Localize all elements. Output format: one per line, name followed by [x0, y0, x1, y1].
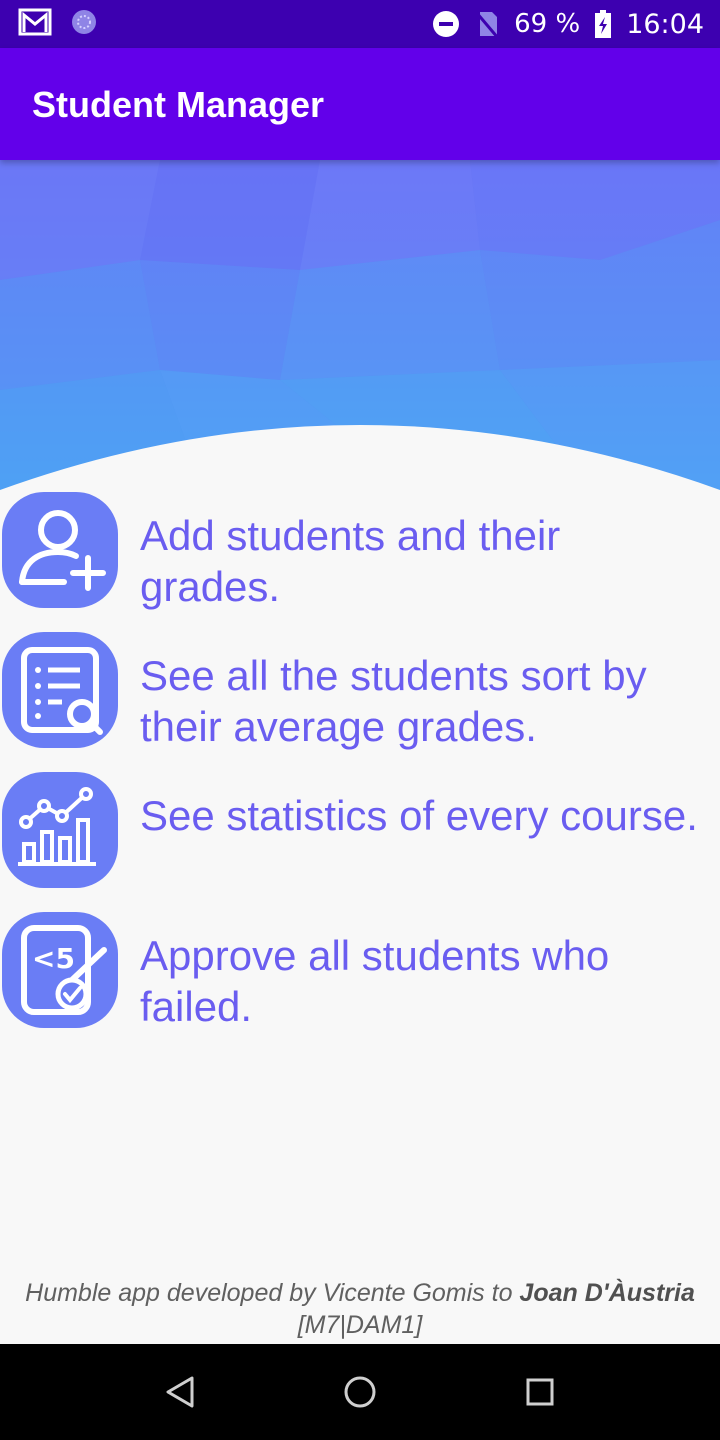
battery-percent: 69 %	[514, 9, 581, 39]
header-banner	[0, 160, 720, 500]
feature-text: See all the students sort by their avera…	[140, 652, 647, 750]
gmail-icon	[18, 8, 52, 36]
clock: 16:04	[626, 8, 704, 40]
app-title: Student Manager	[32, 84, 325, 125]
app-bar: Student Manager	[0, 48, 720, 160]
feature-text: See statistics of every course.	[140, 792, 698, 839]
home-icon[interactable]	[340, 1372, 380, 1412]
add-user-icon	[2, 492, 118, 608]
status-bar: 69 % 16:04	[0, 0, 720, 48]
sync-icon	[72, 10, 96, 34]
no-sim-icon	[474, 11, 500, 39]
feature-approve-failed[interactable]: <5 Approve all students who failed.	[0, 910, 720, 1032]
feature-text: Add students and their grades.	[140, 512, 561, 610]
feature-text: Approve all students who failed.	[140, 932, 610, 1030]
footer-school: Joan D'Àustria	[519, 1279, 695, 1307]
recents-icon[interactable]	[520, 1372, 560, 1412]
list-search-icon	[2, 632, 118, 748]
footer-prefix: Humble app developed by Vicente Gomis to	[25, 1279, 520, 1307]
approve-grade-icon: <5	[2, 912, 118, 1028]
battery-charging-icon	[595, 10, 612, 38]
feature-sorted-students[interactable]: See all the students sort by their avera…	[0, 630, 720, 752]
system-nav-bar	[0, 1344, 720, 1440]
footer-suffix: [M7|DAM1]	[297, 1311, 423, 1339]
do-not-disturb-icon	[433, 11, 460, 37]
svg-text:<5: <5	[32, 942, 75, 975]
back-icon[interactable]	[160, 1372, 200, 1412]
statistics-chart-icon	[2, 772, 118, 888]
credits-footer: Humble app developed by Vicente Gomis to…	[0, 1277, 720, 1341]
feature-add-students[interactable]: Add students and their grades.	[0, 490, 720, 612]
feature-statistics[interactable]: See statistics of every course.	[0, 770, 720, 892]
